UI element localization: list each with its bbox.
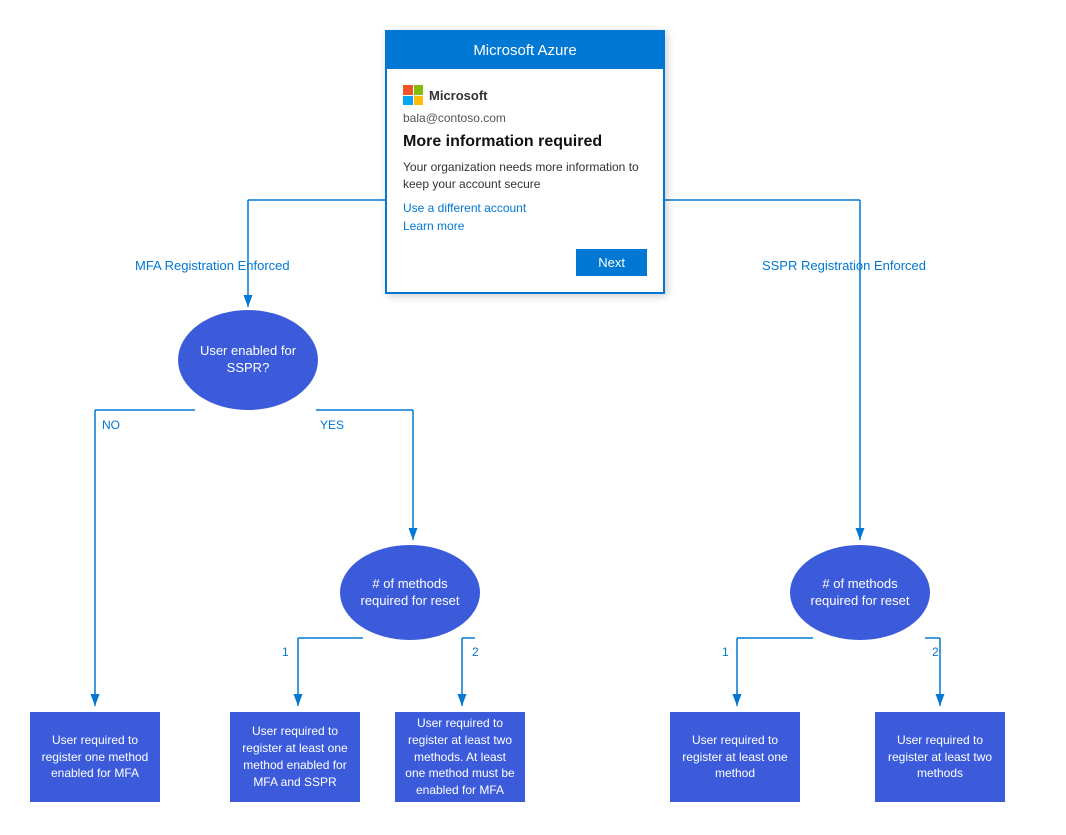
dialog-header: Microsoft Azure (387, 32, 663, 69)
mfa-branch-2-label: 2 (472, 645, 479, 659)
result-mfa-sspr-one-text: User required to register at least one m… (238, 723, 352, 790)
methods-sspr-oval: # of methodsrequired for reset (790, 545, 930, 640)
ms-logo-squares (403, 85, 423, 105)
sspr-question-oval: User enabled forSSPR? (178, 310, 318, 410)
result-sspr-two-text: User required to register at least two m… (883, 732, 997, 782)
dialog-description: Your organization needs more information… (403, 159, 647, 193)
ms-sq-blue (403, 96, 413, 106)
ms-logo: Microsoft (403, 85, 647, 105)
mfa-branch-1-label: 1 (282, 645, 289, 659)
methods-mfa-text: # of methodsrequired for reset (361, 576, 460, 610)
result-sspr-one-box: User required to register at least one m… (670, 712, 800, 802)
next-button[interactable]: Next (576, 249, 647, 276)
result-sspr-two-box: User required to register at least two m… (875, 712, 1005, 802)
azure-dialog: Microsoft Azure Microsoft bala@contoso.c… (385, 30, 665, 294)
dialog-email: bala@contoso.com (403, 111, 647, 125)
ms-logo-text: Microsoft (429, 88, 488, 103)
sspr-label: SSPR Registration Enforced (762, 258, 926, 273)
mfa-label: MFA Registration Enforced (135, 258, 290, 273)
methods-mfa-oval: # of methodsrequired for reset (340, 545, 480, 640)
sspr-branch-1-label: 1 (722, 645, 729, 659)
sspr-question-text: User enabled forSSPR? (200, 343, 296, 377)
result-mfa-only-text: User required to register one method ena… (38, 732, 152, 782)
no-label: NO (102, 418, 120, 432)
dialog-link-different-account[interactable]: Use a different account (403, 201, 647, 215)
ms-sq-yellow (414, 96, 424, 106)
result-mfa-only-box: User required to register one method ena… (30, 712, 160, 802)
diagram-container: Microsoft Azure Microsoft bala@contoso.c… (0, 0, 1066, 835)
yes-label: YES (320, 418, 344, 432)
result-sspr-one-text: User required to register at least one m… (678, 732, 792, 782)
dialog-title: More information required (403, 133, 647, 151)
sspr-branch-2-label: 2 (932, 645, 939, 659)
result-mfa-sspr-two-box: User required to register at least two m… (395, 712, 525, 802)
methods-sspr-text: # of methodsrequired for reset (811, 576, 910, 610)
result-mfa-sspr-one-box: User required to register at least one m… (230, 712, 360, 802)
ms-sq-green (414, 85, 424, 95)
ms-sq-red (403, 85, 413, 95)
dialog-link-learn-more[interactable]: Learn more (403, 219, 647, 233)
result-mfa-sspr-two-text: User required to register at least two m… (403, 715, 517, 799)
